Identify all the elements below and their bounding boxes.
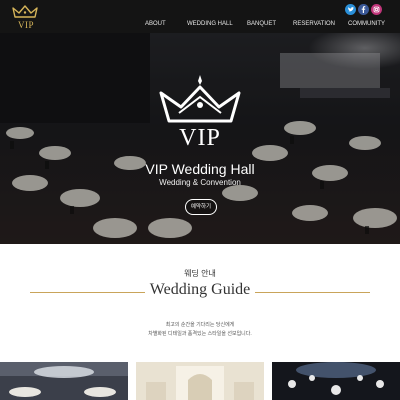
section-title-korean: 웨딩 안내 (184, 269, 216, 278)
section-description-line-2: 차별화된 디테일과 품격있는 스타일을 선보입니다. (148, 331, 252, 337)
nav-banquet[interactable]: BANQUET (247, 21, 276, 27)
top-navigation-bar: VIP ABOUT WEDDING HALL BANQUET RESERVATI… (0, 0, 400, 33)
twitter-icon[interactable] (345, 4, 356, 15)
guide-thumbnail-2[interactable] (136, 362, 264, 400)
brand-logo[interactable]: VIP (12, 5, 38, 31)
nav-reservation[interactable]: RESERVATION (293, 21, 335, 27)
hero-logo-text: VIP (179, 125, 221, 151)
nav-wedding-hall[interactable]: WEDDING HALL (187, 21, 233, 27)
section-description-line-1: 최고의 순간을 기다리는 당신에게 (165, 322, 235, 328)
facebook-icon[interactable] (358, 4, 369, 15)
guide-thumbnail-3[interactable] (272, 362, 400, 400)
guide-thumbnail-1[interactable] (0, 362, 128, 400)
slider-pagination (186, 236, 210, 244)
crown-icon (12, 5, 38, 18)
nav-about[interactable]: ABOUT (145, 21, 166, 27)
nav-community[interactable]: COMMUNITY (348, 21, 385, 27)
divider-right (255, 292, 370, 293)
crown-icon (159, 75, 241, 123)
hero-subtitle: Wedding & Convention (159, 178, 241, 187)
divider-left (30, 292, 145, 293)
reserve-button[interactable]: 예약하기 (185, 199, 217, 215)
hero-title: VIP Wedding Hall (145, 161, 255, 177)
hero-banner: VIP VIP Wedding Hall Wedding & Conventio… (0, 33, 400, 244)
section-title: Wedding Guide (149, 281, 251, 298)
instagram-icon[interactable] (371, 4, 382, 15)
logo-text: VIP (17, 20, 34, 30)
